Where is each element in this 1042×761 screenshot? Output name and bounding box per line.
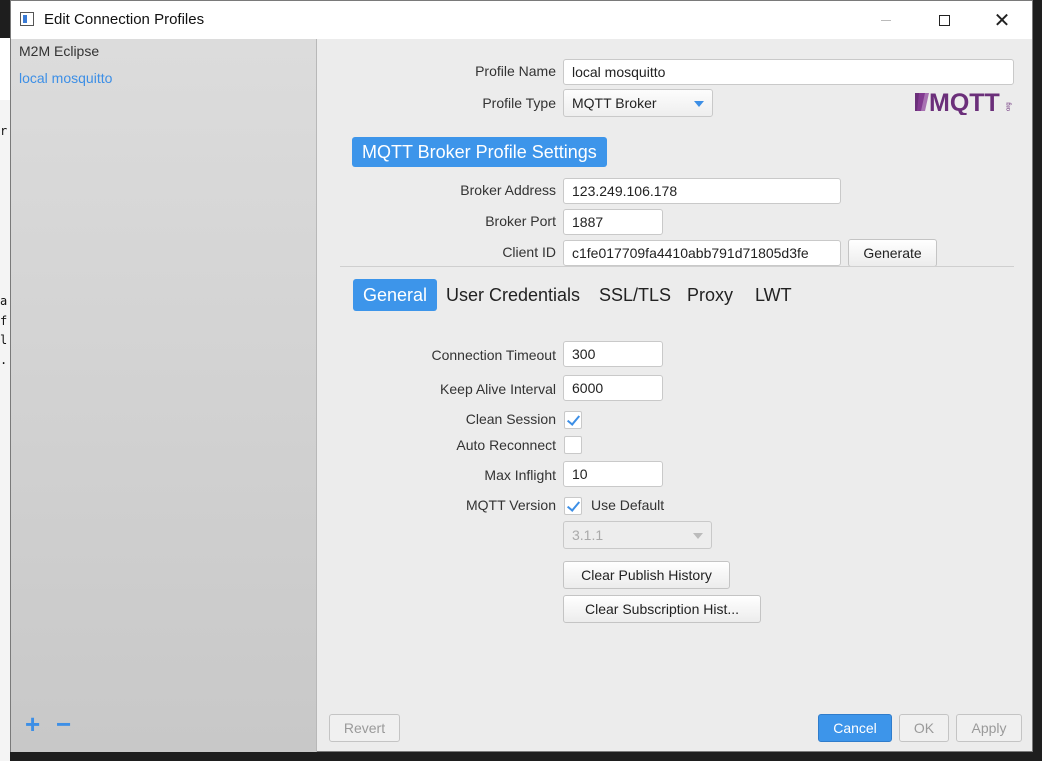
chevron-down-icon (694, 101, 704, 107)
use-default-checkbox[interactable] (564, 497, 582, 515)
remove-profile-button[interactable]: − (56, 711, 71, 737)
cancel-button[interactable]: Cancel (818, 714, 892, 742)
auto-reconnect-label: Auto Reconnect (456, 437, 556, 453)
close-button[interactable]: ✕ (979, 1, 1025, 39)
profile-type-select[interactable]: MQTT Broker (563, 89, 713, 117)
add-profile-button[interactable]: + (25, 711, 40, 737)
use-default-label: Use Default (591, 497, 665, 513)
app-icon (20, 12, 34, 26)
apply-button[interactable]: Apply (956, 714, 1022, 742)
profile-name-label: Profile Name (475, 63, 556, 79)
broker-port-label: Broker Port (485, 213, 556, 229)
generate-button[interactable]: Generate (848, 239, 937, 267)
mqtt-logo-text: MQTT (929, 89, 1000, 115)
keep-alive-label: Keep Alive Interval (440, 381, 556, 397)
minimize-icon (881, 19, 891, 21)
divider (340, 266, 1014, 267)
background-text: r (0, 124, 8, 138)
mqtt-version-label: MQTT Version (466, 497, 556, 513)
ok-button[interactable]: OK (899, 714, 949, 742)
mqtt-logo-org: org (1006, 102, 1012, 111)
background-text: l (0, 333, 8, 347)
tab-ssl-tls[interactable]: SSL/TLS (599, 279, 671, 311)
tab-user-credentials[interactable]: User Credentials (446, 279, 580, 311)
broker-port-input[interactable]: 1887 (563, 209, 663, 235)
client-id-input[interactable]: c1fe017709fa4410abb791d71805d3fe (563, 240, 841, 266)
max-inflight-input[interactable]: 10 (563, 461, 663, 487)
broker-settings-header: MQTT Broker Profile Settings (352, 137, 607, 167)
revert-button[interactable]: Revert (329, 714, 400, 742)
background-text: a (0, 294, 8, 308)
close-icon: ✕ (993, 9, 1011, 32)
edit-connection-profiles-window: Edit Connection Profiles ✕ M2M Eclipse l… (10, 0, 1033, 752)
maximize-button[interactable] (921, 1, 967, 39)
profile-type-value: MQTT Broker (572, 95, 657, 111)
keep-alive-input[interactable]: 6000 (563, 375, 663, 401)
connection-timeout-input[interactable]: 300 (563, 341, 663, 367)
tab-lwt[interactable]: LWT (755, 279, 792, 311)
auto-reconnect-checkbox[interactable] (564, 436, 582, 454)
profiles-sidebar: M2M Eclipse local mosquitto + − (11, 39, 317, 752)
mqtt-version-select: 3.1.1 (563, 521, 712, 549)
max-inflight-label: Max Inflight (484, 467, 556, 483)
tab-general[interactable]: General (353, 279, 438, 311)
connection-timeout-label: Connection Timeout (431, 347, 556, 363)
clean-session-label: Clean Session (465, 411, 556, 427)
tab-proxy[interactable]: Proxy (687, 279, 733, 311)
background-terminal-pane (0, 100, 10, 761)
mqtt-version-value: 3.1.1 (572, 527, 604, 543)
sidebar-item-m2m-eclipse[interactable]: M2M Eclipse (19, 43, 99, 59)
mqtt-logo: MQTT org (915, 89, 1012, 115)
clean-session-checkbox[interactable] (564, 411, 582, 429)
sidebar-item-local-mosquitto[interactable]: local mosquitto (19, 70, 112, 86)
broker-address-label: Broker Address (460, 182, 556, 198)
background-text: f (0, 314, 8, 328)
background-terminal (0, 38, 10, 761)
clear-publish-history-button[interactable]: Clear Publish History (563, 561, 730, 589)
chevron-down-icon (693, 533, 703, 539)
profile-type-label: Profile Type (482, 95, 556, 111)
broker-address-input[interactable]: 123.249.106.178 (563, 178, 841, 204)
profile-name-input[interactable]: local mosquitto (563, 59, 1014, 85)
minimize-button[interactable] (863, 1, 909, 39)
window-title: Edit Connection Profiles (44, 11, 205, 28)
profile-settings-panel: Profile Name local mosquitto Profile Typ… (318, 39, 1032, 752)
title-bar[interactable]: Edit Connection Profiles ✕ (11, 1, 1032, 39)
maximize-icon (938, 14, 950, 26)
clear-subscription-history-button[interactable]: Clear Subscription Hist... (563, 595, 761, 623)
client-id-label: Client ID (502, 244, 556, 260)
